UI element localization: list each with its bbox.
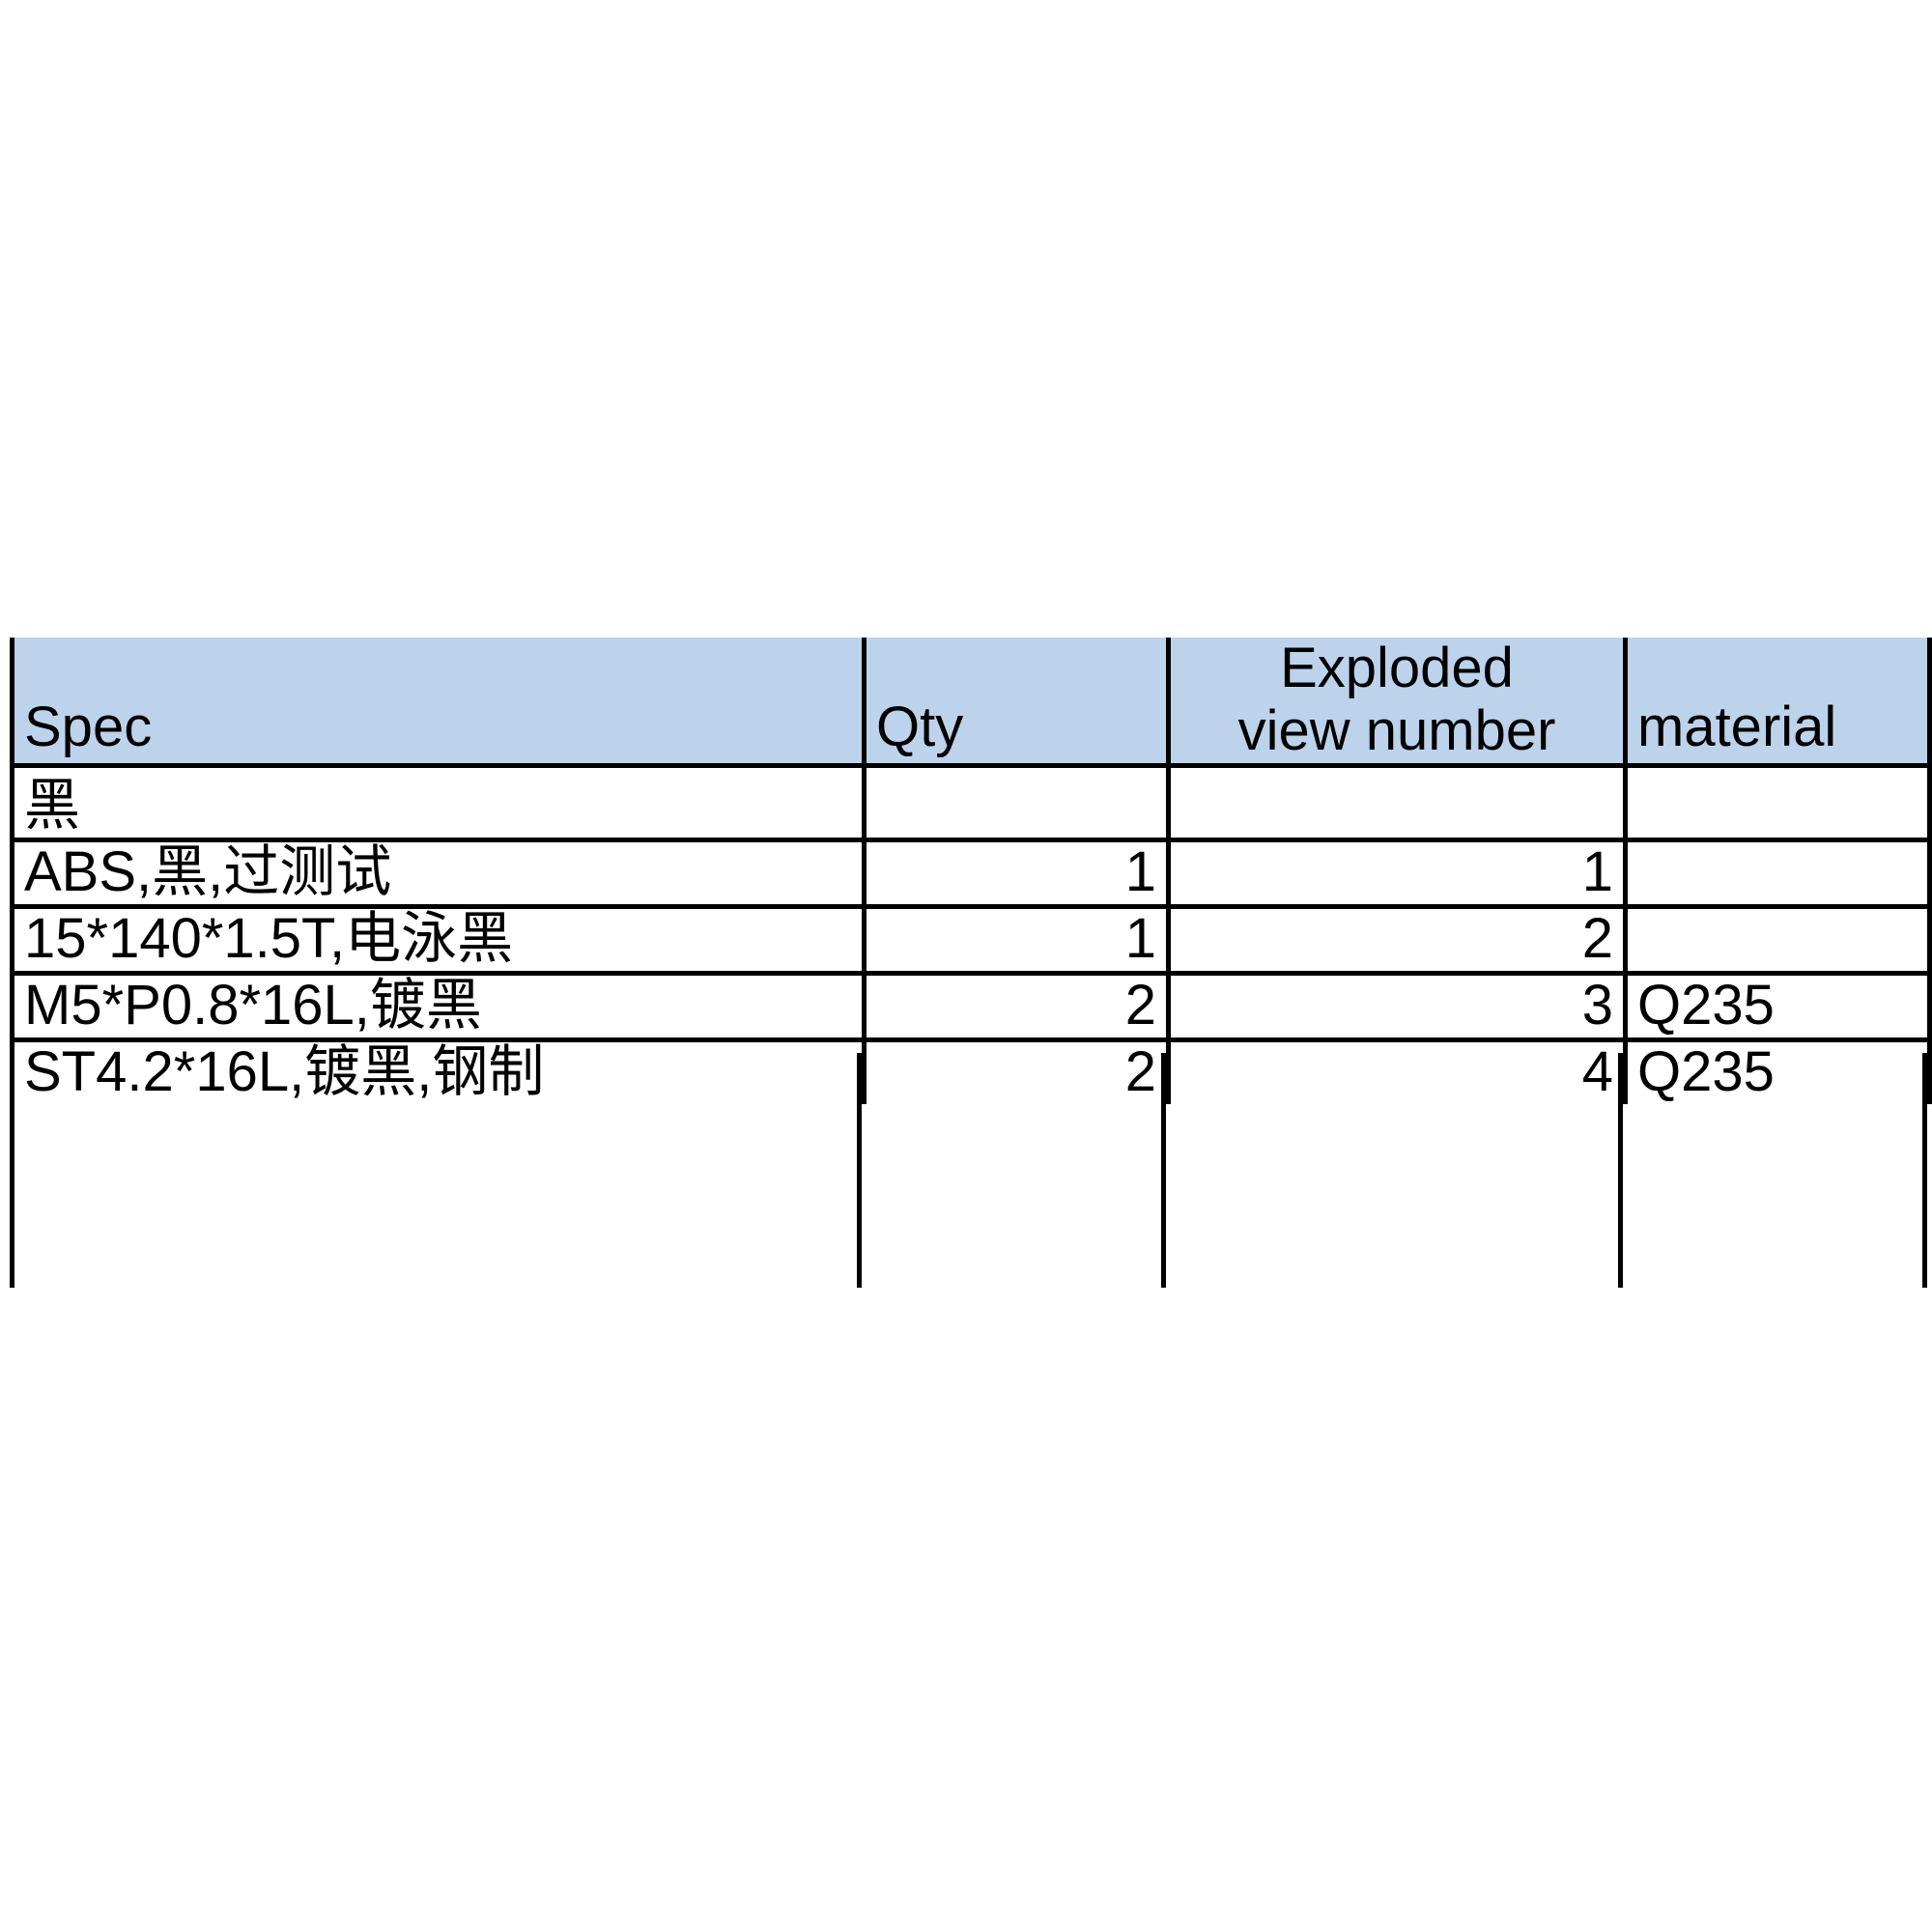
column-header-spec[interactable]: Spec — [10, 638, 867, 768]
vertical-rule-qty-exploded — [1161, 1053, 1166, 1288]
table-header: Spec Qty Exploded view number material — [10, 637, 1932, 768]
cell-material[interactable]: Q235 — [1623, 973, 1932, 1042]
cell-material[interactable] — [1623, 839, 1932, 909]
vertical-rule-left-edge — [10, 1053, 14, 1288]
cell-exploded[interactable]: 1 — [1166, 839, 1628, 909]
table-row[interactable]: M5*P0.8*16L,镀黑 2 3 Q235 — [10, 973, 1932, 1042]
cell-spec[interactable]: 黑 — [10, 765, 867, 842]
cell-exploded[interactable] — [1166, 765, 1628, 842]
cell-exploded[interactable]: 3 — [1166, 973, 1628, 1042]
cell-qty[interactable]: 2 — [862, 973, 1171, 1042]
cell-exploded[interactable]: 2 — [1166, 906, 1628, 976]
vertical-rule-spec-qty — [857, 1053, 862, 1288]
table-row[interactable]: 黑 — [10, 765, 1932, 842]
table-row[interactable]: ST4.2*16L,镀黑,钢制 2 4 Q235 — [10, 1039, 1932, 1104]
cell-qty[interactable]: 1 — [862, 839, 1171, 909]
column-header-exploded-line1: Exploded — [1280, 637, 1514, 699]
table-row[interactable]: ABS,黑,过测试 1 1 — [10, 839, 1932, 909]
cell-spec[interactable]: ABS,黑,过测试 — [10, 839, 867, 909]
column-header-exploded-view-number[interactable]: Exploded view number — [1166, 637, 1628, 768]
cell-qty[interactable] — [862, 765, 1171, 842]
cell-material[interactable]: Q235 — [1623, 1039, 1932, 1104]
bill-of-materials-table: Spec Qty Exploded view number material 黑 … — [10, 637, 1932, 1104]
cell-spec[interactable]: 15*140*1.5T,电泳黑 — [10, 906, 867, 976]
column-header-qty[interactable]: Qty — [862, 638, 1171, 768]
column-header-material[interactable]: material — [1623, 638, 1932, 768]
vertical-rule-exploded-material — [1618, 1053, 1623, 1288]
cell-spec[interactable]: M5*P0.8*16L,镀黑 — [10, 973, 867, 1042]
column-header-exploded-line2: view number — [1237, 698, 1556, 762]
cell-qty[interactable]: 2 — [862, 1039, 1171, 1104]
cell-exploded[interactable]: 4 — [1166, 1039, 1628, 1104]
cell-spec[interactable]: ST4.2*16L,镀黑,钢制 — [10, 1039, 867, 1104]
bom-table-container: Spec Qty Exploded view number material 黑 … — [10, 637, 1932, 1288]
cell-material[interactable] — [1623, 765, 1932, 842]
vertical-rule-right-edge — [1922, 1053, 1927, 1288]
header-row: Spec Qty Exploded view number material — [10, 637, 1932, 768]
cell-qty[interactable]: 1 — [862, 906, 1171, 976]
cell-material[interactable] — [1623, 906, 1932, 976]
table-row[interactable]: 15*140*1.5T,电泳黑 1 2 — [10, 906, 1932, 976]
table-body: 黑 ABS,黑,过测试 1 1 15*140*1.5T,电泳黑 1 2 M5*P… — [10, 765, 1932, 1104]
